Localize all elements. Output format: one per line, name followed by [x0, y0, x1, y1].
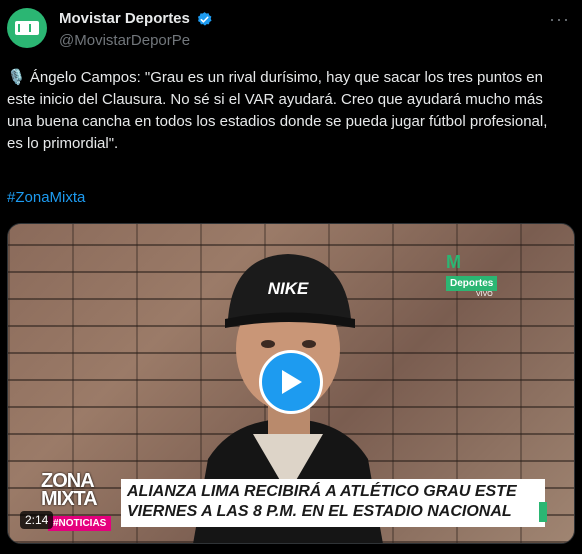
segment-title: ZONA MIXTA: [41, 471, 98, 510]
video-player[interactable]: NIKE M Deportes VIVO ZONA MIXTA ALIANZA …: [7, 223, 575, 544]
play-button[interactable]: [259, 350, 323, 414]
headline-line-2: VIERNES A LAS 8 P.M. EN EL ESTADIO NACIO…: [127, 503, 512, 520]
channel-brand: M Deportes VIVO: [446, 252, 526, 298]
more-options-icon[interactable]: ···: [549, 9, 570, 30]
author-handle[interactable]: @MovistarDeporPe: [59, 32, 190, 49]
movistar-logo-icon: [15, 21, 39, 35]
brand-sub-label: VIVO: [476, 291, 493, 298]
avatar[interactable]: [7, 8, 47, 48]
banner-accent-bar: [539, 502, 547, 522]
verified-badge-icon: [197, 12, 212, 26]
headline-line-1: ALIANZA LIMA RECIBIRÁ A ATLÉTICO GRAU ES…: [127, 483, 517, 500]
brand-label: Deportes: [446, 276, 498, 291]
author-name[interactable]: Movistar Deportes: [59, 10, 190, 27]
video-duration: 2:14: [20, 511, 54, 529]
segment-line-2: MIXTA: [41, 488, 98, 510]
play-icon: [282, 370, 302, 394]
news-tag: #NOTICIAS: [48, 516, 112, 531]
cap-brand-label: NIKE: [268, 279, 309, 298]
movistar-m-icon: M: [446, 252, 461, 272]
hashtag-link[interactable]: #ZonaMixta: [7, 189, 85, 206]
headline-banner: ALIANZA LIMA RECIBIRÁ A ATLÉTICO GRAU ES…: [121, 479, 545, 527]
post-text: 🎙️ Ángelo Campos: "Grau es un rival durí…: [7, 69, 548, 152]
